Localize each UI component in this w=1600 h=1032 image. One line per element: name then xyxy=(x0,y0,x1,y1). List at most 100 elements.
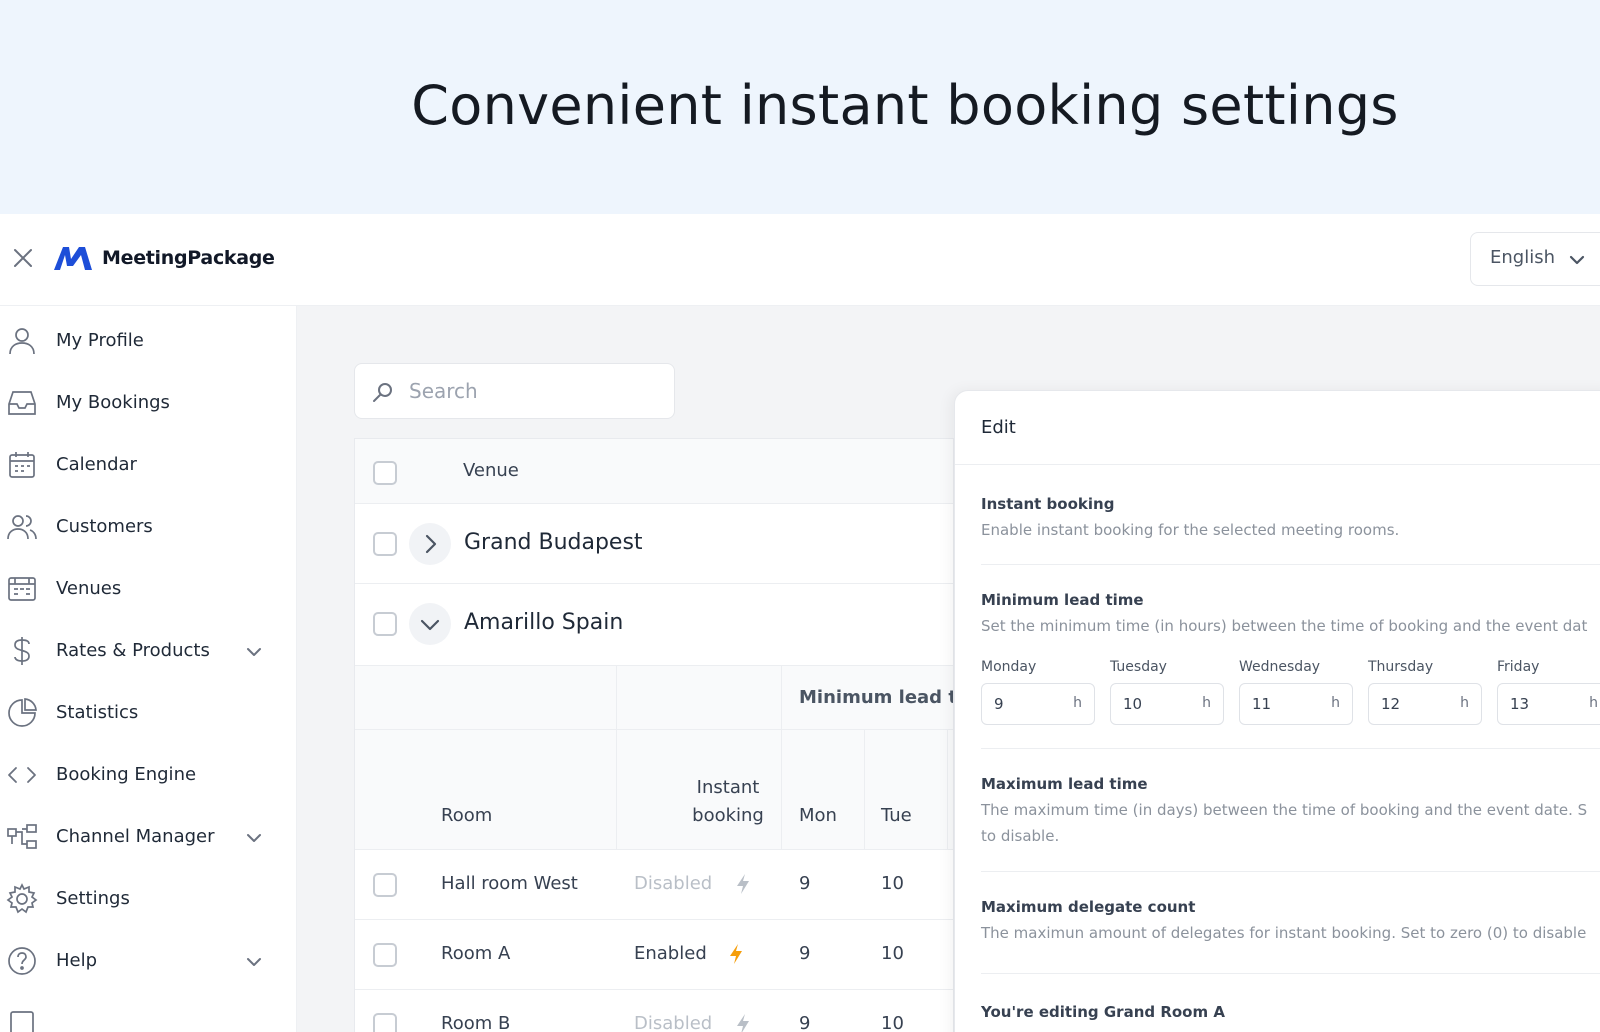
tuesday-hours-input[interactable]: 10 h xyxy=(1110,683,1224,725)
sidebar-item-customers[interactable]: Customers xyxy=(0,502,297,552)
table-row[interactable]: Hall room West Disabled 9 10 xyxy=(355,850,953,920)
tue-value: 10 xyxy=(881,1013,904,1032)
row-checkbox[interactable] xyxy=(373,873,397,897)
mon-value: 9 xyxy=(799,873,811,894)
hours-unit: h xyxy=(1202,695,1211,711)
instant-booking-column-header-line1: Instant xyxy=(696,777,760,798)
edit-panel-title: Edit xyxy=(981,417,1016,438)
sidebar-item-label: My Bookings xyxy=(56,392,170,413)
day-value: 13 xyxy=(1510,695,1530,713)
room-name: Room B xyxy=(441,1013,511,1032)
chevron-down-icon[interactable] xyxy=(244,642,264,662)
hero-title: Convenient instant booking settings xyxy=(411,74,1399,137)
meetingpackage-logo-icon xyxy=(54,247,92,270)
chevron-down-icon[interactable] xyxy=(244,952,264,972)
room-name: Hall room West xyxy=(441,873,578,894)
chevron-right-icon xyxy=(425,534,437,554)
friday-hours-input[interactable]: 13 h xyxy=(1497,683,1600,725)
sidebar-item-label: Channel Manager xyxy=(56,826,215,847)
collapse-button[interactable] xyxy=(409,603,451,645)
day-label-monday: Monday xyxy=(981,659,1037,675)
sidebar-item-label: Help xyxy=(56,950,98,971)
edit-panel: Edit Instant booking Enable instant book… xyxy=(954,390,1600,1032)
column-divider xyxy=(616,666,617,850)
maximum-lead-time-description-cont: to disable. xyxy=(981,827,1060,845)
day-label-wednesday: Wednesday xyxy=(1239,659,1321,675)
venue-name: Grand Budapest xyxy=(464,530,643,555)
row-checkbox[interactable] xyxy=(373,612,397,636)
venue-column-header: Venue xyxy=(463,460,519,481)
row-checkbox[interactable] xyxy=(373,943,397,967)
lightning-icon[interactable] xyxy=(728,943,744,965)
sidebar-item-statistics[interactable]: Statistics xyxy=(0,688,297,738)
search-box[interactable] xyxy=(354,363,675,419)
sidebar-item-label: Rates & Products xyxy=(56,640,210,661)
room-name: Room A xyxy=(441,943,511,964)
language-selector[interactable]: English xyxy=(1470,232,1600,286)
sidebar-item-label: Venues xyxy=(56,578,122,599)
sidebar-item-my-profile[interactable]: My Profile xyxy=(0,316,297,366)
code-icon xyxy=(8,767,36,783)
building-icon xyxy=(8,577,36,601)
day-value: 10 xyxy=(1123,695,1143,713)
language-label: English xyxy=(1490,247,1555,268)
row-checkbox[interactable] xyxy=(373,532,397,556)
mon-value: 9 xyxy=(799,1013,811,1032)
table-row[interactable]: Amarillo Spain xyxy=(355,584,953,666)
hours-unit: h xyxy=(1073,695,1082,711)
sidebar-item-my-bookings[interactable]: My Bookings xyxy=(0,378,297,428)
table-row[interactable]: Room B Disabled 9 10 xyxy=(355,990,953,1032)
pie-chart-icon xyxy=(8,698,37,727)
search-input[interactable] xyxy=(409,376,659,406)
search-icon xyxy=(373,383,392,402)
expand-button[interactable] xyxy=(409,523,451,565)
close-icon[interactable] xyxy=(10,245,36,271)
minimum-lead-time-title: Minimum lead time xyxy=(981,591,1144,609)
sidebar-item-booking-engine[interactable]: Booking Engine xyxy=(0,750,297,800)
mon-column-header: Mon xyxy=(799,805,837,826)
day-value: 11 xyxy=(1252,695,1272,713)
sidebar-item-help[interactable]: Help xyxy=(0,936,297,986)
table-header-row: Venue xyxy=(355,439,953,504)
hours-unit: h xyxy=(1460,695,1469,711)
sidebar-item-rates-products[interactable]: Rates & Products xyxy=(0,626,297,676)
table-row[interactable]: Room A Enabled 9 10 xyxy=(355,920,953,990)
sidebar-item-more[interactable] xyxy=(0,998,297,1032)
chevron-down-icon xyxy=(1569,255,1585,265)
network-icon xyxy=(7,824,37,849)
users-icon xyxy=(7,515,37,540)
lightning-icon[interactable] xyxy=(735,1013,751,1032)
sidebar-item-venues[interactable]: Venues xyxy=(0,564,297,614)
monday-hours-input[interactable]: 9 h xyxy=(981,683,1095,725)
venue-name: Amarillo Spain xyxy=(464,610,624,635)
sidebar-item-channel-manager[interactable]: Channel Manager xyxy=(0,812,297,862)
sidebar-item-calendar[interactable]: Calendar xyxy=(0,440,297,490)
section-divider xyxy=(981,871,1600,872)
thursday-hours-input[interactable]: 12 h xyxy=(1368,683,1482,725)
sidebar-item-label: Calendar xyxy=(56,454,137,475)
section-divider xyxy=(981,748,1600,749)
tue-column-header: Tue xyxy=(881,805,912,826)
instant-booking-status: Disabled xyxy=(634,1013,713,1032)
select-all-checkbox[interactable] xyxy=(373,461,397,485)
hours-unit: h xyxy=(1331,695,1340,711)
sidebar-item-label: Settings xyxy=(56,888,130,909)
hero-banner: Convenient instant booking settings xyxy=(0,0,1600,214)
sidebar-item-label: Customers xyxy=(56,516,153,537)
rooms-table: Venue Grand Budapest Amarillo Spain Mini… xyxy=(354,438,954,1032)
edit-panel-header: Edit xyxy=(955,391,1600,465)
table-row[interactable]: Grand Budapest xyxy=(355,504,953,584)
day-label-tuesday: Tuesday xyxy=(1110,659,1167,675)
wednesday-hours-input[interactable]: 11 h xyxy=(1239,683,1353,725)
lightning-icon[interactable] xyxy=(735,873,751,895)
room-column-header: Room xyxy=(441,805,493,826)
row-checkbox[interactable] xyxy=(373,1013,397,1032)
sidebar-item-settings[interactable]: Settings xyxy=(0,874,297,924)
dollar-icon xyxy=(14,637,30,665)
calendar-icon xyxy=(9,452,35,478)
brand-name: MeetingPackage xyxy=(102,247,275,269)
chevron-down-icon[interactable] xyxy=(244,828,264,848)
instant-booking-status: Enabled xyxy=(634,943,707,964)
user-icon xyxy=(9,328,35,355)
hours-unit: h xyxy=(1589,695,1598,711)
